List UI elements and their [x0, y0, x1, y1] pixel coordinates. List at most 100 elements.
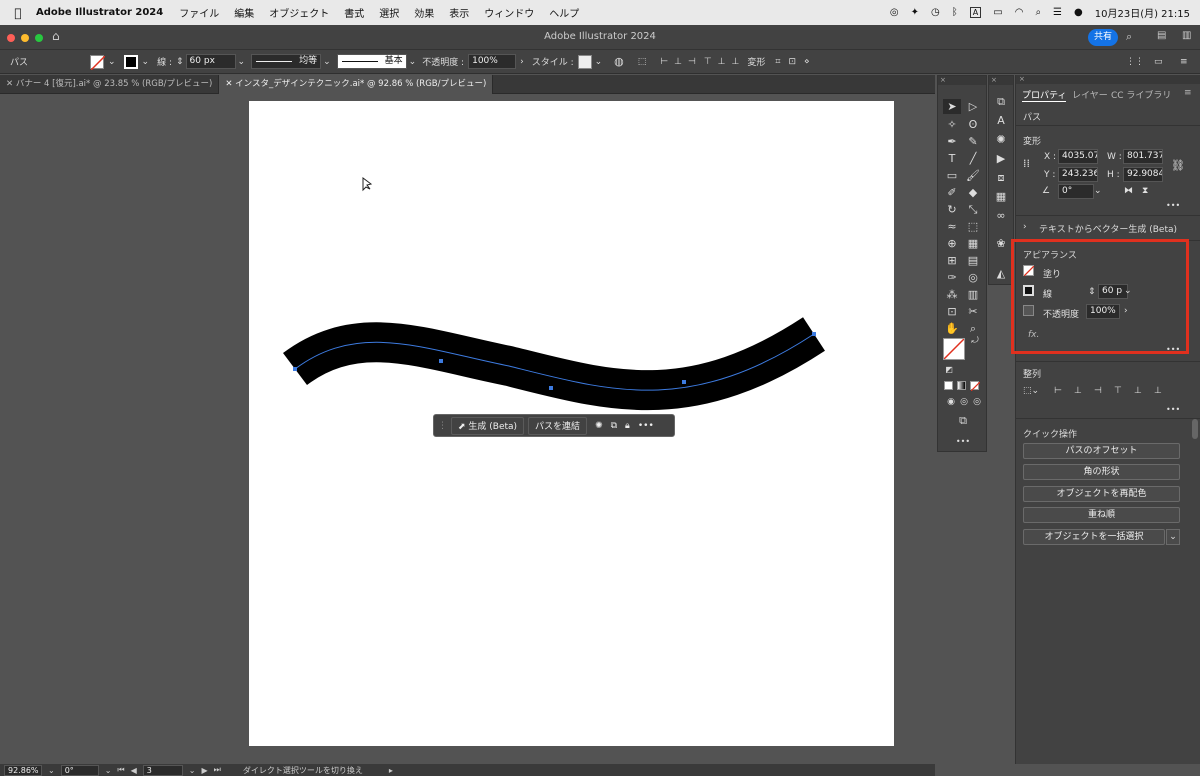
lasso-tool-icon[interactable]: ʘ — [964, 117, 982, 132]
wifi-icon[interactable]: ◠ — [1015, 7, 1024, 18]
align-hcenter-icon[interactable]: ⊥ — [674, 57, 682, 67]
chevron-down-icon[interactable]: ⌄ — [409, 57, 417, 67]
profile-select[interactable]: 均等 — [251, 54, 322, 69]
links-panel-icon[interactable]: ∞ — [992, 208, 1010, 223]
default-colors-icon[interactable]: ◩ — [940, 362, 958, 377]
status-icon[interactable]: ◎ — [890, 7, 899, 18]
gradient-mode-icon[interactable] — [957, 381, 966, 390]
tab-document-1[interactable]: ✕ バナー 4 [復元].ai* @ 23.85 % (RGB/プレビュー) — [0, 75, 220, 94]
anchor-point[interactable] — [293, 367, 297, 371]
first-artboard-icon[interactable]: ⏮ — [117, 765, 124, 775]
shaper-tool-icon[interactable]: ✐ — [943, 185, 961, 200]
pen-tool-icon[interactable]: ✒ — [943, 134, 961, 149]
align-left-icon[interactable]: ⊢ — [1054, 386, 1062, 396]
menu-select[interactable]: 選択 — [379, 5, 399, 20]
menu-window[interactable]: ウィンドウ — [484, 5, 534, 20]
artboards-panel-icon[interactable]: ⧉ — [992, 94, 1010, 109]
menu-effect[interactable]: 効果 — [414, 5, 434, 20]
chevron-down-icon[interactable]: ⌄ — [595, 57, 603, 67]
chevron-right-icon[interactable]: ▸ — [389, 766, 393, 775]
shape-builder-tool-icon[interactable]: ⊕ — [943, 236, 961, 251]
line-tool-icon[interactable]: ╱ — [964, 151, 982, 166]
menu-file[interactable]: ファイル — [179, 5, 219, 20]
w-field[interactable]: 801.737 — [1123, 149, 1163, 164]
gradient-panel-icon[interactable]: ◭ — [992, 266, 1010, 281]
control-center-icon[interactable]: ☰ — [1053, 7, 1062, 18]
join-path-button[interactable]: パスを連結 — [528, 416, 588, 435]
draw-inside-icon[interactable]: ◎ — [968, 395, 986, 410]
selection-tool-icon[interactable]: ➤ — [943, 99, 961, 114]
chevron-down-icon[interactable]: ⌄ — [323, 57, 331, 67]
eraser-tool-icon[interactable]: ◆ — [964, 185, 982, 200]
close-icon[interactable]: ✕ — [6, 79, 16, 89]
x-field[interactable]: 4035.07 — [1058, 149, 1098, 164]
last-artboard-icon[interactable]: ⏭ — [214, 765, 221, 775]
simplify-icon[interactable]: ✺ — [595, 421, 603, 431]
opacity-field[interactable]: 100% — [468, 54, 517, 69]
align-bottom-icon[interactable]: ⊥ — [732, 57, 740, 67]
align-top-icon[interactable]: ⊤ — [704, 57, 712, 67]
recolor-icon[interactable]: ◍ — [614, 55, 624, 68]
bluetooth-icon[interactable]: ᛒ — [952, 7, 958, 18]
h-field[interactable]: 92.9084 — [1123, 167, 1163, 182]
stroke-weight-field[interactable]: 60 px — [185, 54, 236, 69]
align-bottom-icon[interactable]: ⊥ — [1154, 386, 1162, 396]
swap-colors-icon[interactable]: ⤾ — [966, 334, 984, 349]
select-same-button[interactable]: オブジェクトを一括選択 — [1023, 529, 1165, 545]
panel-header[interactable]: × — [938, 76, 986, 85]
rotate-tool-icon[interactable]: ↻ — [943, 202, 961, 217]
next-artboard-icon[interactable]: ▶ — [201, 766, 207, 775]
scale-tool-icon[interactable]: ⤡ — [964, 202, 982, 217]
pin-icon[interactable]: ✦ — [911, 7, 919, 18]
anchor-point[interactable] — [682, 380, 686, 384]
rectangle-tool-icon[interactable]: ▭ — [943, 168, 961, 183]
chevron-down-icon[interactable]: ⌄ — [1094, 186, 1102, 196]
ruler-icon[interactable]: ▭ — [1154, 57, 1163, 67]
gradient-tool-icon[interactable]: ▤ — [964, 253, 982, 268]
menu-type[interactable]: 書式 — [344, 5, 364, 20]
artboard-field[interactable]: 3 — [142, 764, 183, 776]
text-to-vector-link[interactable]: テキストからベクター生成 (Beta) — [1039, 222, 1177, 235]
arrange-icon[interactable]: ▥ — [1182, 30, 1191, 41]
search-icon[interactable]: ⌕ — [1035, 7, 1041, 18]
generate-button[interactable]: ⬈ 生成 (Beta) — [451, 416, 525, 435]
corner-shape-button[interactable]: 角の形状 — [1023, 464, 1180, 480]
clock-text[interactable]: 10月23日(月) 21:15 — [1095, 5, 1190, 20]
chevron-down-icon[interactable]: ⌄ — [105, 766, 112, 775]
perspective-grid-tool-icon[interactable]: ▦ — [964, 236, 982, 251]
search-icon[interactable]: ⌕ — [1126, 30, 1132, 44]
hand-tool-icon[interactable]: ✋ — [943, 321, 961, 336]
menu-object[interactable]: オブジェクト — [269, 5, 329, 20]
anchor-point[interactable] — [549, 386, 553, 390]
rotation-field[interactable]: 0° — [60, 764, 99, 776]
anchor-point[interactable] — [439, 359, 443, 363]
eyedropper-tool-icon[interactable]: ✑ — [943, 270, 961, 285]
more-icon[interactable]: ••• — [1166, 201, 1180, 210]
arrange-button[interactable]: 重ね順 — [1023, 507, 1180, 523]
tab-layers[interactable]: レイヤー — [1072, 88, 1108, 101]
symbol-sprayer-tool-icon[interactable]: ⁂ — [943, 287, 961, 302]
free-transform-tool-icon[interactable]: ⬚ — [964, 219, 982, 234]
curvature-tool-icon[interactable]: ✎ — [964, 134, 982, 149]
artboard-tool-icon[interactable]: ⊡ — [943, 304, 961, 319]
transform-each-icon[interactable]: ⌗ — [775, 57, 780, 67]
fill-swatch[interactable] — [90, 54, 105, 70]
tab-properties[interactable]: プロパティ — [1022, 88, 1067, 102]
align-top-icon[interactable]: ⊤ — [1114, 386, 1122, 396]
flip-horizontal-icon[interactable]: ⧓ — [1124, 186, 1133, 196]
more-icon[interactable]: ••• — [638, 421, 654, 431]
align-to-icon[interactable]: ⬚ — [638, 57, 647, 67]
menu-icon[interactable]: ≡ — [1180, 57, 1188, 67]
isolate-icon[interactable]: ⊡ — [788, 57, 796, 67]
panel-header[interactable]: × — [989, 76, 1013, 85]
stroke-swatch[interactable] — [123, 54, 138, 69]
transform-link[interactable]: 変形 — [747, 55, 765, 68]
chevron-down-icon[interactable]: ⌄ — [189, 766, 196, 775]
magic-wand-tool-icon[interactable]: ✧ — [943, 117, 961, 132]
zoom-field[interactable]: 92.86% — [4, 764, 42, 776]
angle-field[interactable]: 0° — [1058, 184, 1094, 199]
menu-edit[interactable]: 編集 — [234, 5, 254, 20]
more-icon[interactable]: ••• — [1166, 405, 1180, 414]
panel-header[interactable]: × — [1016, 75, 1200, 84]
warp-tool-icon[interactable]: ≈ — [943, 219, 961, 234]
